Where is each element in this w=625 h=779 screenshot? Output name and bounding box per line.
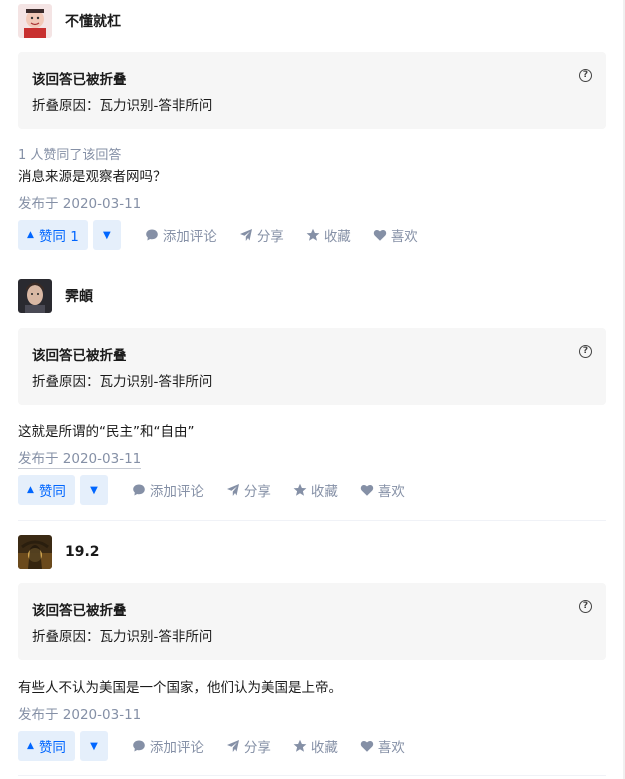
collapsed-title: 该回答已被折叠 — [32, 603, 127, 619]
answer-item: 霁頔 该回答已被折叠 折叠原因：瓦力识别-答非所问 ? 这就是所谓的“民主”和“… — [18, 279, 606, 509]
triangle-up-icon: ▲ — [27, 741, 34, 751]
comment-label: 添加评论 — [149, 740, 204, 756]
avatar[interactable] — [18, 4, 52, 38]
collapsed-reason: 折叠原因：瓦力识别-答非所问 — [32, 629, 213, 645]
author-info: 19.2 — [18, 535, 100, 569]
collapsed-title: 该回答已被折叠 — [32, 72, 127, 88]
collapsed-notice: 该回答已被折叠 折叠原因：瓦力识别-答非所问 ? — [18, 583, 606, 660]
answer-content: 有些人不认为美国是一个国家，他们认为美国是上帝。 — [18, 680, 342, 696]
like-label: 喜欢 — [377, 740, 405, 756]
author-name[interactable]: 不懂就杠 — [65, 11, 121, 31]
star-icon — [293, 483, 307, 496]
triangle-up-icon: ▲ — [27, 485, 34, 495]
answer-content: 这就是所谓的“民主”和“自由” — [18, 424, 195, 440]
comment-icon — [133, 740, 145, 752]
favorite-button[interactable]: 收藏 — [306, 225, 351, 245]
like-label: 喜欢 — [390, 229, 418, 245]
comment-button[interactable]: 添加评论 — [132, 480, 204, 500]
share-button[interactable]: 分享 — [226, 480, 271, 500]
comment-button[interactable]: 添加评论 — [145, 225, 217, 245]
avatar[interactable] — [18, 535, 52, 569]
action-bar: ▲ 赞同 ▼ 添加评论 分享 收藏 喜欢 — [18, 731, 405, 761]
favorite-label: 收藏 — [310, 484, 338, 500]
share-button[interactable]: 分享 — [239, 225, 284, 245]
share-label: 分享 — [243, 484, 271, 500]
upvote-button[interactable]: ▲ 赞同 1 — [18, 220, 88, 250]
collapsed-reason: 折叠原因：瓦力识别-答非所问 — [32, 98, 213, 114]
action-bar: ▲ 赞同 ▼ 添加评论 分享 收藏 喜欢 — [18, 475, 405, 505]
downvote-button[interactable]: ▼ — [79, 475, 108, 505]
answer-divider — [18, 775, 606, 776]
heart-icon — [360, 484, 374, 496]
voters-count[interactable]: 1 人赞同了该回答 — [18, 144, 121, 163]
like-button[interactable]: 喜欢 — [373, 225, 418, 245]
share-button[interactable]: 分享 — [226, 736, 271, 756]
triangle-down-icon: ▼ — [90, 740, 98, 752]
downvote-button[interactable]: ▼ — [92, 220, 121, 250]
share-icon — [226, 740, 239, 752]
upvote-button[interactable]: ▲ 赞同 — [18, 731, 75, 761]
upvote-label: 赞同 — [38, 484, 66, 500]
collapsed-title: 该回答已被折叠 — [32, 348, 127, 364]
triangle-down-icon: ▼ — [90, 484, 98, 496]
author-name[interactable]: 霁頔 — [65, 286, 93, 306]
author-info: 霁頔 — [18, 279, 93, 313]
like-label: 喜欢 — [377, 484, 405, 500]
answer-divider — [18, 520, 606, 521]
author-info: 不懂就杠 — [18, 4, 121, 38]
favorite-label: 收藏 — [323, 229, 351, 245]
triangle-up-icon: ▲ — [27, 230, 34, 240]
action-bar: ▲ 赞同 1 ▼ 添加评论 分享 收藏 喜欢 — [18, 220, 418, 250]
collapsed-notice: 该回答已被折叠 折叠原因：瓦力识别-答非所问 ? — [18, 328, 606, 405]
share-icon — [239, 229, 252, 241]
answer-item: 19.2 该回答已被折叠 折叠原因：瓦力识别-答非所问 ? 有些人不认为美国是一… — [18, 535, 606, 765]
upvote-label: 赞同 — [38, 740, 66, 756]
publish-date[interactable]: 发布于 2020-03-11 — [18, 703, 141, 723]
triangle-down-icon: ▼ — [102, 229, 111, 241]
publish-date[interactable]: 发布于 2020-03-11 — [18, 447, 142, 469]
comment-label: 添加评论 — [162, 229, 217, 245]
author-name[interactable]: 19.2 — [65, 544, 100, 560]
favorite-button[interactable]: 收藏 — [293, 736, 338, 756]
comment-label: 添加评论 — [149, 484, 204, 500]
answer-item: 不懂就杠 该回答已被折叠 折叠原因：瓦力识别-答非所问 ? 1 人赞同了该回答 … — [18, 4, 606, 254]
help-icon[interactable]: ? — [579, 345, 592, 358]
share-label: 分享 — [256, 229, 284, 245]
upvote-button[interactable]: ▲ 赞同 — [18, 475, 75, 505]
comment-button[interactable]: 添加评论 — [132, 736, 204, 756]
share-label: 分享 — [243, 740, 271, 756]
collapsed-reason: 折叠原因：瓦力识别-答非所问 — [32, 374, 213, 390]
downvote-button[interactable]: ▼ — [79, 731, 108, 761]
upvote-label: 赞同 1 — [38, 229, 79, 245]
like-button[interactable]: 喜欢 — [360, 736, 405, 756]
avatar[interactable] — [18, 279, 52, 313]
heart-icon — [373, 229, 387, 241]
help-icon[interactable]: ? — [579, 600, 592, 613]
share-icon — [226, 484, 239, 496]
favorite-button[interactable]: 收藏 — [293, 480, 338, 500]
comment-icon — [146, 229, 158, 241]
answer-content: 消息来源是观察者网吗？ — [18, 169, 167, 185]
help-icon[interactable]: ? — [579, 69, 592, 82]
star-icon — [293, 739, 307, 752]
favorite-label: 收藏 — [310, 740, 338, 756]
comment-icon — [133, 484, 145, 496]
like-button[interactable]: 喜欢 — [360, 480, 405, 500]
star-icon — [306, 228, 320, 241]
publish-date[interactable]: 发布于 2020-03-11 — [18, 192, 141, 212]
heart-icon — [360, 740, 374, 752]
collapsed-notice: 该回答已被折叠 折叠原因：瓦力识别-答非所问 ? — [18, 52, 606, 129]
